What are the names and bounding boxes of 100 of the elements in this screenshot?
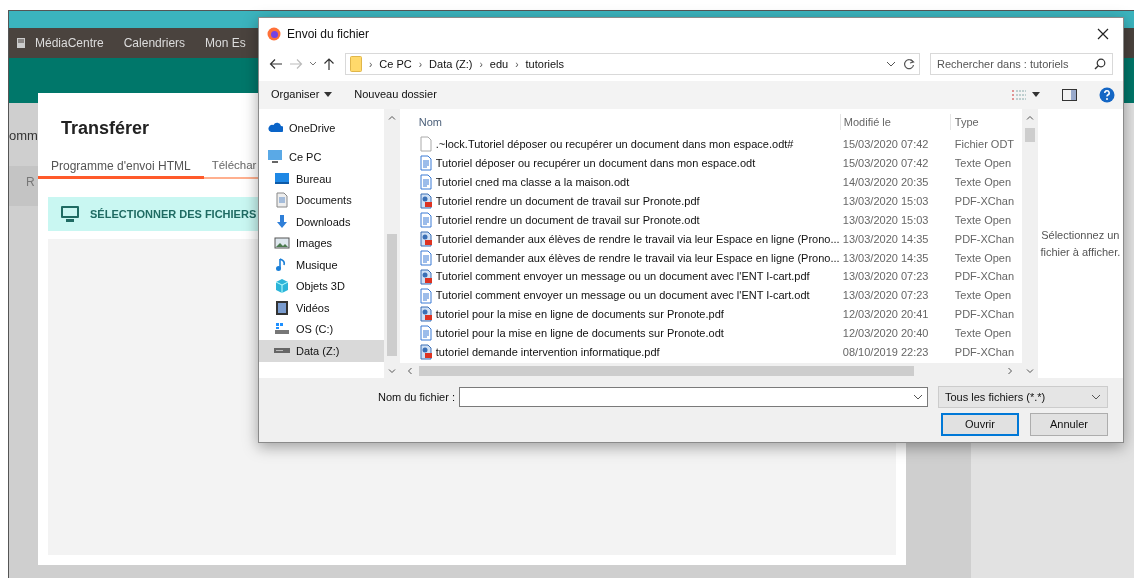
date-cell: 13/03/2020 15:03	[842, 213, 929, 226]
nav-item[interactable]: Vidéos	[259, 297, 384, 319]
window-title: Envoi du fichier	[287, 25, 370, 43]
file-name[interactable]: tutoriel pour la mise en ligne de documents sur Pronote.pdf	[435, 306, 724, 323]
browser-logo-icon	[267, 26, 281, 41]
file-name-field[interactable]	[459, 387, 928, 407]
tab[interactable]: Programme d'envoi HTML	[38, 149, 204, 179]
monitor-icon	[60, 205, 80, 223]
file-type-dropdown[interactable]: Tous les fichiers (*.*)	[938, 386, 1108, 408]
text-document-icon	[418, 287, 432, 304]
breadcrumb-separator: ›	[418, 57, 423, 72]
type-cell: PDF-XChan	[954, 270, 1015, 283]
breadcrumb-separator: ›	[515, 57, 519, 72]
type-cell: PDF-XChan	[954, 194, 1015, 207]
film-icon	[274, 299, 290, 316]
monitor-icon	[267, 149, 283, 166]
date-cell: 15/03/2020 07:42	[842, 138, 929, 151]
nav-item[interactable]: Musique	[259, 254, 384, 276]
column-header[interactable]: Nom	[418, 113, 443, 131]
recent-locations-button[interactable]	[309, 61, 317, 67]
view-options-button[interactable]	[1011, 88, 1040, 101]
up-arrow-icon	[323, 57, 335, 71]
nav-item[interactable]: Data (Z:)	[259, 340, 384, 362]
list-view-icon	[1011, 88, 1027, 101]
file-name[interactable]: tutoriel pour la mise en ligne de documents sur Pronote.odt	[435, 325, 724, 342]
scroll-down-icon	[387, 369, 396, 374]
file-name[interactable]: Tutoriel cned ma classe a la maison.odt	[435, 173, 630, 191]
nav-link[interactable]: Calendriers	[123, 34, 186, 52]
file-name[interactable]: Tutoriel rendre un document de travail sur Pronote.odt	[435, 211, 700, 229]
nav-link[interactable]: MédiaCentre	[15, 34, 104, 52]
download-arrow-icon	[274, 213, 290, 230]
chevron-down-icon	[913, 394, 923, 400]
file-name[interactable]: tutoriel demande intervention informatique.pdf	[435, 344, 660, 361]
scrollbar-thumb[interactable]	[1024, 128, 1035, 142]
type-cell: Texte Open	[954, 175, 1012, 188]
toolbar-button[interactable]: Organiser	[271, 86, 333, 103]
nav-item[interactable]: OS (C:)	[259, 318, 384, 340]
close-icon	[1097, 28, 1109, 41]
drive-icon	[274, 348, 290, 354]
type-cell: PDF-XChan	[954, 232, 1015, 245]
file-name[interactable]: Tutoriel comment envoyer un message ou un document avec l'ENT I-cart.pdf	[435, 268, 810, 285]
cube-icon	[274, 278, 290, 295]
address-bar[interactable]: › Ce PC › Data (Z:) › edu › tutoriels	[345, 53, 920, 75]
scrollbar-thumb[interactable]	[418, 365, 914, 376]
text-document-icon	[418, 155, 432, 172]
toolbar-button[interactable]: Nouveau dossier	[354, 86, 437, 103]
breadcrumb[interactable]: Data (Z:)	[429, 55, 473, 73]
pdf-file-icon	[418, 268, 432, 285]
date-cell: 14/03/2020 20:35	[842, 175, 929, 188]
back-button[interactable]	[269, 58, 283, 70]
column-header[interactable]: Type	[954, 115, 979, 128]
date-cell: 12/03/2020 20:40	[842, 327, 929, 340]
date-cell: 13/03/2020 07:23	[842, 270, 929, 283]
breadcrumb-separator: ›	[369, 57, 373, 72]
nav-item[interactable]: Documents	[259, 189, 384, 211]
file-name[interactable]: .~lock.Tutoriel déposer ou recupérer un document dans mon espace.odt#	[435, 136, 794, 153]
date-cell: 15/03/2020 07:42	[842, 157, 929, 170]
forward-button[interactable]	[289, 58, 303, 70]
nav-link[interactable]: Mon Es	[205, 34, 246, 52]
up-button[interactable]	[323, 57, 335, 71]
type-cell: Texte Open	[954, 157, 1012, 170]
scroll-up-icon	[387, 115, 396, 120]
date-cell: 13/03/2020 14:35	[842, 251, 929, 264]
type-cell: Texte Open	[954, 251, 1012, 264]
scrollbar-thumb[interactable]	[386, 234, 397, 356]
scroll-up-icon	[1025, 115, 1034, 120]
page-text: R	[26, 174, 35, 191]
help-button[interactable]	[1099, 86, 1115, 103]
date-cell: 13/03/2020 15:03	[842, 194, 929, 207]
date-cell: 13/03/2020 14:35	[842, 232, 929, 245]
file-name[interactable]: Tutoriel comment envoyer un message ou un document avec l'ENT I-cart.odt	[435, 287, 810, 304]
caret-icon	[324, 92, 333, 97]
pdf-file-icon	[418, 230, 432, 247]
breadcrumb[interactable]: tutoriels	[525, 55, 565, 73]
back-arrow-icon	[269, 58, 283, 70]
search-field[interactable]: Rechercher dans : tutoriels	[930, 53, 1113, 75]
file-name[interactable]: Tutoriel déposer ou recupérer un document dans mon espace.odt	[435, 155, 756, 172]
file-name[interactable]: Tutoriel demander aux élèves de rendre le travail via leur Espace en ligne (Prono...	[435, 249, 840, 267]
field-label: Nom du fichier :	[376, 389, 455, 405]
page-text: omm	[9, 127, 38, 145]
dialog-button[interactable]: Annuler	[1030, 413, 1108, 436]
breadcrumb[interactable]: edu	[489, 55, 509, 73]
file-name[interactable]: Tutoriel demander aux élèves de rendre le travail via leur Espace en ligne (Prono...	[435, 230, 840, 248]
type-cell: Texte Open	[954, 289, 1012, 302]
dialog-button[interactable]: Ouvrir	[941, 413, 1019, 436]
type-cell: Fichier ODT	[954, 138, 1015, 151]
nav-item[interactable]: Objets 3D	[259, 275, 384, 297]
preview-pane-button[interactable]	[1062, 88, 1077, 101]
scroll-down-icon	[1025, 369, 1034, 374]
breadcrumb[interactable]: Ce PC	[379, 55, 412, 73]
nav-item[interactable]: Downloads	[259, 211, 384, 233]
nav-item[interactable]: Images	[259, 232, 384, 254]
chevron-down-icon	[309, 61, 317, 67]
column-header[interactable]: Modifié le	[843, 115, 891, 128]
file-name[interactable]: Tutoriel rendre un document de travail sur Pronote.pdf	[435, 192, 700, 210]
caret-icon	[1032, 92, 1040, 97]
desktop-icon	[274, 170, 290, 187]
nav-item[interactable]: OneDrive	[259, 117, 384, 139]
pdf-file-icon	[418, 344, 432, 361]
date-cell: 13/03/2020 07:23	[842, 289, 929, 302]
